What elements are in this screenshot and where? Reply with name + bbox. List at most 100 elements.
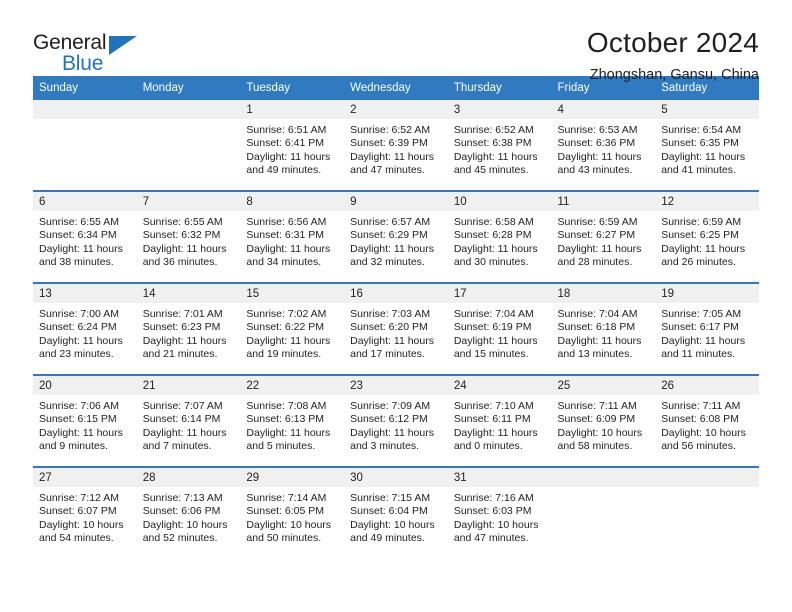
sunrise-text: Sunrise: 6:55 AM bbox=[142, 216, 223, 228]
sunrise-text: Sunrise: 6:59 AM bbox=[557, 216, 638, 228]
weekday-header-wednesday: Wednesday bbox=[344, 76, 448, 100]
sunset-text: Sunset: 6:15 PM bbox=[39, 413, 117, 426]
daylight-text-line1: Daylight: 11 hours bbox=[350, 242, 434, 255]
day-cell[interactable] bbox=[551, 466, 656, 558]
day-cell[interactable]: 2 Sunrise: 6:52 AM Sunset: 6:39 PM Dayli… bbox=[344, 100, 448, 191]
day-cell[interactable]: 4 Sunrise: 6:53 AM Sunset: 6:36 PM Dayli… bbox=[551, 100, 656, 191]
day-cell[interactable]: 16 Sunrise: 7:03 AM Sunset: 6:20 PM Dayl… bbox=[344, 282, 448, 375]
daylight-text-line1: Daylight: 11 hours bbox=[142, 242, 227, 255]
sunset-text: Sunset: 6:08 PM bbox=[661, 413, 739, 426]
day-cell[interactable]: 26 Sunrise: 7:11 AM Sunset: 6:08 PM Dayl… bbox=[655, 374, 759, 467]
day-details bbox=[33, 119, 137, 124]
day-details: Sunrise: 6:52 AM Sunset: 6:38 PM Dayligh… bbox=[448, 119, 552, 178]
sunset-text: Sunset: 6:28 PM bbox=[453, 229, 532, 242]
day-cell[interactable]: 29 Sunrise: 7:14 AM Sunset: 6:05 PM Dayl… bbox=[240, 466, 345, 558]
day-cell[interactable]: 28 Sunrise: 7:13 AM Sunset: 6:06 PM Dayl… bbox=[136, 466, 241, 558]
sunset-text: Sunset: 6:20 PM bbox=[350, 321, 428, 334]
calendar-body: 1 Sunrise: 6:51 AM Sunset: 6:41 PM Dayli… bbox=[33, 100, 759, 558]
day-cell[interactable]: 13 Sunrise: 7:00 AM Sunset: 6:24 PM Dayl… bbox=[33, 282, 137, 375]
day-cell[interactable]: 1 Sunrise: 6:51 AM Sunset: 6:41 PM Dayli… bbox=[240, 100, 345, 191]
day-number: 31 bbox=[447, 468, 552, 487]
day-number: 16 bbox=[344, 284, 448, 303]
daylight-text-line1: Daylight: 11 hours bbox=[661, 242, 746, 255]
daylight-text-line2: and 49 minutes. bbox=[246, 164, 322, 177]
day-cell[interactable]: 6 Sunrise: 6:55 AM Sunset: 6:34 PM Dayli… bbox=[33, 190, 137, 283]
day-cell[interactable]: 14 Sunrise: 7:01 AM Sunset: 6:23 PM Dayl… bbox=[136, 282, 241, 375]
day-cell[interactable]: 7 Sunrise: 6:55 AM Sunset: 6:32 PM Dayli… bbox=[136, 190, 241, 283]
day-details: Sunrise: 7:14 AM Sunset: 6:05 PM Dayligh… bbox=[240, 487, 344, 546]
daylight-text-line2: and 17 minutes. bbox=[350, 348, 425, 361]
day-cell[interactable]: 3 Sunrise: 6:52 AM Sunset: 6:38 PM Dayli… bbox=[447, 100, 552, 191]
day-details: Sunrise: 7:02 AM Sunset: 6:22 PM Dayligh… bbox=[240, 303, 344, 362]
page-title: October 2024 bbox=[586, 27, 759, 58]
day-cell[interactable]: 24 Sunrise: 7:10 AM Sunset: 6:11 PM Dayl… bbox=[447, 374, 552, 467]
sunrise-text: Sunrise: 6:56 AM bbox=[246, 216, 327, 228]
day-cell[interactable]: 17 Sunrise: 7:04 AM Sunset: 6:19 PM Dayl… bbox=[447, 282, 552, 375]
day-cell[interactable]: 15 Sunrise: 7:02 AM Sunset: 6:22 PM Dayl… bbox=[240, 282, 345, 375]
sunset-text: Sunset: 6:23 PM bbox=[142, 321, 221, 334]
day-cell[interactable] bbox=[655, 466, 759, 558]
day-number: 28 bbox=[136, 468, 241, 487]
brand-name-blue: Blue bbox=[62, 52, 104, 75]
day-cell[interactable]: 12 Sunrise: 6:59 AM Sunset: 6:25 PM Dayl… bbox=[655, 190, 759, 283]
sunrise-text: Sunrise: 7:14 AM bbox=[246, 492, 327, 504]
daylight-text-line2: and 47 minutes. bbox=[350, 164, 425, 177]
day-number: 4 bbox=[551, 100, 656, 119]
day-cell[interactable] bbox=[33, 100, 137, 191]
weekday-header-monday: Monday bbox=[136, 76, 241, 100]
daylight-text-line2: and 21 minutes. bbox=[142, 348, 218, 361]
day-cell[interactable]: 8 Sunrise: 6:56 AM Sunset: 6:31 PM Dayli… bbox=[240, 190, 345, 283]
daylight-text-line1: Daylight: 11 hours bbox=[453, 426, 538, 439]
day-number: 24 bbox=[447, 376, 552, 395]
daylight-text-line1: Daylight: 11 hours bbox=[661, 334, 746, 347]
daylight-text-line1: Daylight: 10 hours bbox=[661, 426, 746, 439]
sunset-text: Sunset: 6:14 PM bbox=[142, 413, 221, 426]
day-cell[interactable]: 22 Sunrise: 7:08 AM Sunset: 6:13 PM Dayl… bbox=[240, 374, 345, 467]
sunrise-text: Sunrise: 7:10 AM bbox=[453, 400, 534, 412]
day-cell[interactable]: 27 Sunrise: 7:12 AM Sunset: 6:07 PM Dayl… bbox=[33, 466, 137, 558]
day-details: Sunrise: 7:11 AM Sunset: 6:08 PM Dayligh… bbox=[655, 395, 759, 454]
daylight-text-line2: and 32 minutes. bbox=[350, 256, 425, 269]
day-number bbox=[551, 468, 656, 487]
day-details: Sunrise: 6:54 AM Sunset: 6:35 PM Dayligh… bbox=[655, 119, 759, 178]
day-cell[interactable]: 19 Sunrise: 7:05 AM Sunset: 6:17 PM Dayl… bbox=[655, 282, 759, 375]
day-details: Sunrise: 6:59 AM Sunset: 6:25 PM Dayligh… bbox=[655, 211, 759, 270]
triangle-icon bbox=[109, 36, 137, 55]
day-cell[interactable]: 5 Sunrise: 6:54 AM Sunset: 6:35 PM Dayli… bbox=[655, 100, 759, 191]
sunset-text: Sunset: 6:36 PM bbox=[557, 137, 636, 150]
daylight-text-line2: and 19 minutes. bbox=[246, 348, 322, 361]
day-number bbox=[136, 100, 241, 119]
day-cell[interactable]: 21 Sunrise: 7:07 AM Sunset: 6:14 PM Dayl… bbox=[136, 374, 241, 467]
sunrise-text: Sunrise: 7:12 AM bbox=[39, 492, 119, 504]
day-number: 18 bbox=[551, 284, 656, 303]
daylight-text-line1: Daylight: 11 hours bbox=[557, 242, 642, 255]
day-cell[interactable]: 10 Sunrise: 6:58 AM Sunset: 6:28 PM Dayl… bbox=[447, 190, 552, 283]
sunset-text: Sunset: 6:39 PM bbox=[350, 137, 428, 150]
day-cell[interactable]: 18 Sunrise: 7:04 AM Sunset: 6:18 PM Dayl… bbox=[551, 282, 656, 375]
day-cell[interactable]: 11 Sunrise: 6:59 AM Sunset: 6:27 PM Dayl… bbox=[551, 190, 656, 283]
sunrise-text: Sunrise: 7:04 AM bbox=[557, 308, 638, 320]
daylight-text-line2: and 5 minutes. bbox=[246, 440, 316, 453]
sunset-text: Sunset: 6:38 PM bbox=[453, 137, 532, 150]
sunset-text: Sunset: 6:04 PM bbox=[350, 505, 428, 518]
daylight-text-line1: Daylight: 11 hours bbox=[39, 426, 123, 439]
day-cell[interactable]: 23 Sunrise: 7:09 AM Sunset: 6:12 PM Dayl… bbox=[344, 374, 448, 467]
daylight-text-line2: and 43 minutes. bbox=[557, 164, 633, 177]
daylight-text-line1: Daylight: 10 hours bbox=[39, 518, 124, 531]
day-cell[interactable]: 25 Sunrise: 7:11 AM Sunset: 6:09 PM Dayl… bbox=[551, 374, 656, 467]
day-number: 6 bbox=[33, 192, 137, 211]
sunset-text: Sunset: 6:34 PM bbox=[39, 229, 117, 242]
day-cell[interactable] bbox=[136, 100, 241, 191]
sunrise-text: Sunrise: 7:01 AM bbox=[142, 308, 223, 320]
daylight-text-line1: Daylight: 11 hours bbox=[142, 334, 227, 347]
sunset-text: Sunset: 6:05 PM bbox=[246, 505, 325, 518]
day-number: 8 bbox=[240, 192, 345, 211]
day-cell[interactable]: 9 Sunrise: 6:57 AM Sunset: 6:29 PM Dayli… bbox=[344, 190, 448, 283]
day-details: Sunrise: 7:05 AM Sunset: 6:17 PM Dayligh… bbox=[655, 303, 759, 362]
day-cell[interactable]: 31 Sunrise: 7:16 AM Sunset: 6:03 PM Dayl… bbox=[447, 466, 552, 558]
day-cell[interactable]: 30 Sunrise: 7:15 AM Sunset: 6:04 PM Dayl… bbox=[344, 466, 448, 558]
day-details: Sunrise: 7:01 AM Sunset: 6:23 PM Dayligh… bbox=[137, 303, 241, 362]
daylight-text-line2: and 13 minutes. bbox=[557, 348, 633, 361]
day-cell[interactable]: 20 Sunrise: 7:06 AM Sunset: 6:15 PM Dayl… bbox=[33, 374, 137, 467]
day-number: 17 bbox=[447, 284, 552, 303]
